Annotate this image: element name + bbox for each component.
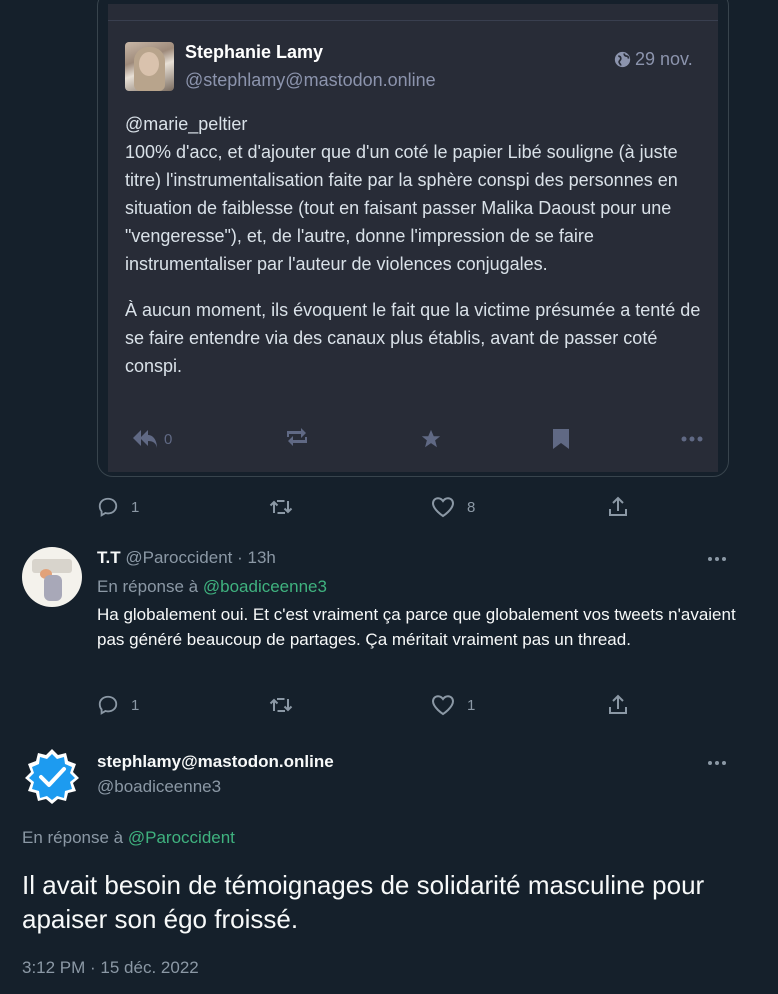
mastodon-reply-count: 0 (164, 430, 173, 448)
mastodon-post-date[interactable]: 29 nov. (614, 49, 693, 70)
mastodon-boost-button[interactable] (286, 428, 308, 446)
reply-button[interactable]: 1 (97, 694, 139, 716)
mastodon-author-name[interactable]: Stephanie Lamy (185, 42, 323, 63)
like-button[interactable]: 8 (431, 496, 475, 518)
share-button[interactable] (607, 496, 629, 518)
reply-author-header: T.T @Paroccident · 13h (97, 548, 276, 568)
reply-count: 1 (131, 696, 140, 714)
replying-to-link[interactable]: @boadiceenne3 (203, 577, 327, 596)
mastodon-author-handle[interactable]: @stephlamy@mastodon.online (185, 70, 436, 91)
mastodon-action-bar: 0 (132, 428, 707, 454)
main-author-avatar[interactable] (22, 746, 82, 806)
reply-tweet-text: Ha globalement oui. Et c'est vraiment ça… (97, 605, 736, 649)
retweet-icon (269, 694, 293, 716)
like-count: 1 (467, 696, 476, 714)
bookmark-icon (552, 428, 570, 450)
boost-icon (286, 428, 308, 446)
embed-divider (108, 20, 718, 21)
reply-icon (97, 694, 119, 716)
heart-icon (431, 496, 455, 518)
reply-author-name[interactable]: T.T (97, 548, 121, 567)
main-tweet-text: Il avait besoin de témoignages de solida… (22, 870, 705, 934)
ellipsis-icon (708, 761, 712, 765)
ellipsis-icon (681, 436, 703, 442)
reply-all-icon (132, 428, 158, 450)
mastodon-mention[interactable]: @marie_peltier (125, 114, 247, 134)
reply-author-avatar[interactable] (22, 547, 82, 607)
main-tweet-timestamp[interactable]: 3:12 PM · 15 déc. 2022 (22, 958, 199, 978)
reply-replying-to: En réponse à @boadiceenne3 (97, 577, 327, 597)
ellipsis-icon (708, 557, 712, 561)
share-icon (607, 694, 629, 716)
mastodon-favourite-button[interactable] (420, 428, 442, 450)
replying-to-link[interactable]: @Paroccident (128, 828, 235, 847)
verified-badge-icon (25, 749, 79, 804)
reply-count: 1 (131, 498, 140, 516)
reply-icon (97, 496, 119, 518)
reply-button[interactable]: 1 (97, 496, 139, 518)
mastodon-date-text: 29 nov. (635, 49, 693, 69)
main-more-button[interactable] (708, 761, 730, 767)
main-replying-to: En réponse à @Paroccident (22, 828, 235, 848)
mastodon-reply-button[interactable]: 0 (132, 428, 172, 450)
reply-time[interactable]: · 13h (237, 548, 276, 567)
retweet-button[interactable] (269, 496, 293, 518)
heart-icon (431, 694, 455, 716)
star-icon (420, 428, 442, 450)
replying-prefix: En réponse à (97, 577, 199, 596)
retweet-button[interactable] (269, 694, 293, 716)
replying-prefix: En réponse à (22, 828, 124, 847)
main-author-name[interactable]: stephlamy@mastodon.online (97, 752, 334, 772)
tweet-action-bar: 1 8 (97, 496, 637, 518)
globe-icon (614, 51, 631, 68)
mastodon-paragraph-2: À aucun moment, ils évoquent le fait que… (125, 300, 701, 376)
share-button[interactable] (607, 694, 629, 716)
mastodon-post-body: @marie_peltier 100% d'acc, et d'ajouter … (125, 110, 715, 380)
mastodon-paragraph-1: 100% d'acc, et d'ajouter que d'un coté l… (125, 142, 678, 274)
reply-more-button[interactable] (708, 557, 730, 563)
retweet-icon (269, 496, 293, 518)
mastodon-author-avatar[interactable] (125, 42, 174, 91)
mastodon-more-button[interactable] (681, 436, 703, 442)
mastodon-bookmark-button[interactable] (552, 428, 570, 450)
like-count: 8 (467, 498, 476, 516)
reply-author-handle[interactable]: @Paroccident (125, 548, 232, 567)
share-icon (607, 496, 629, 518)
main-author-handle[interactable]: @boadiceenne3 (97, 777, 221, 797)
like-button[interactable]: 1 (431, 694, 475, 716)
reply-action-bar: 1 1 (97, 694, 637, 716)
